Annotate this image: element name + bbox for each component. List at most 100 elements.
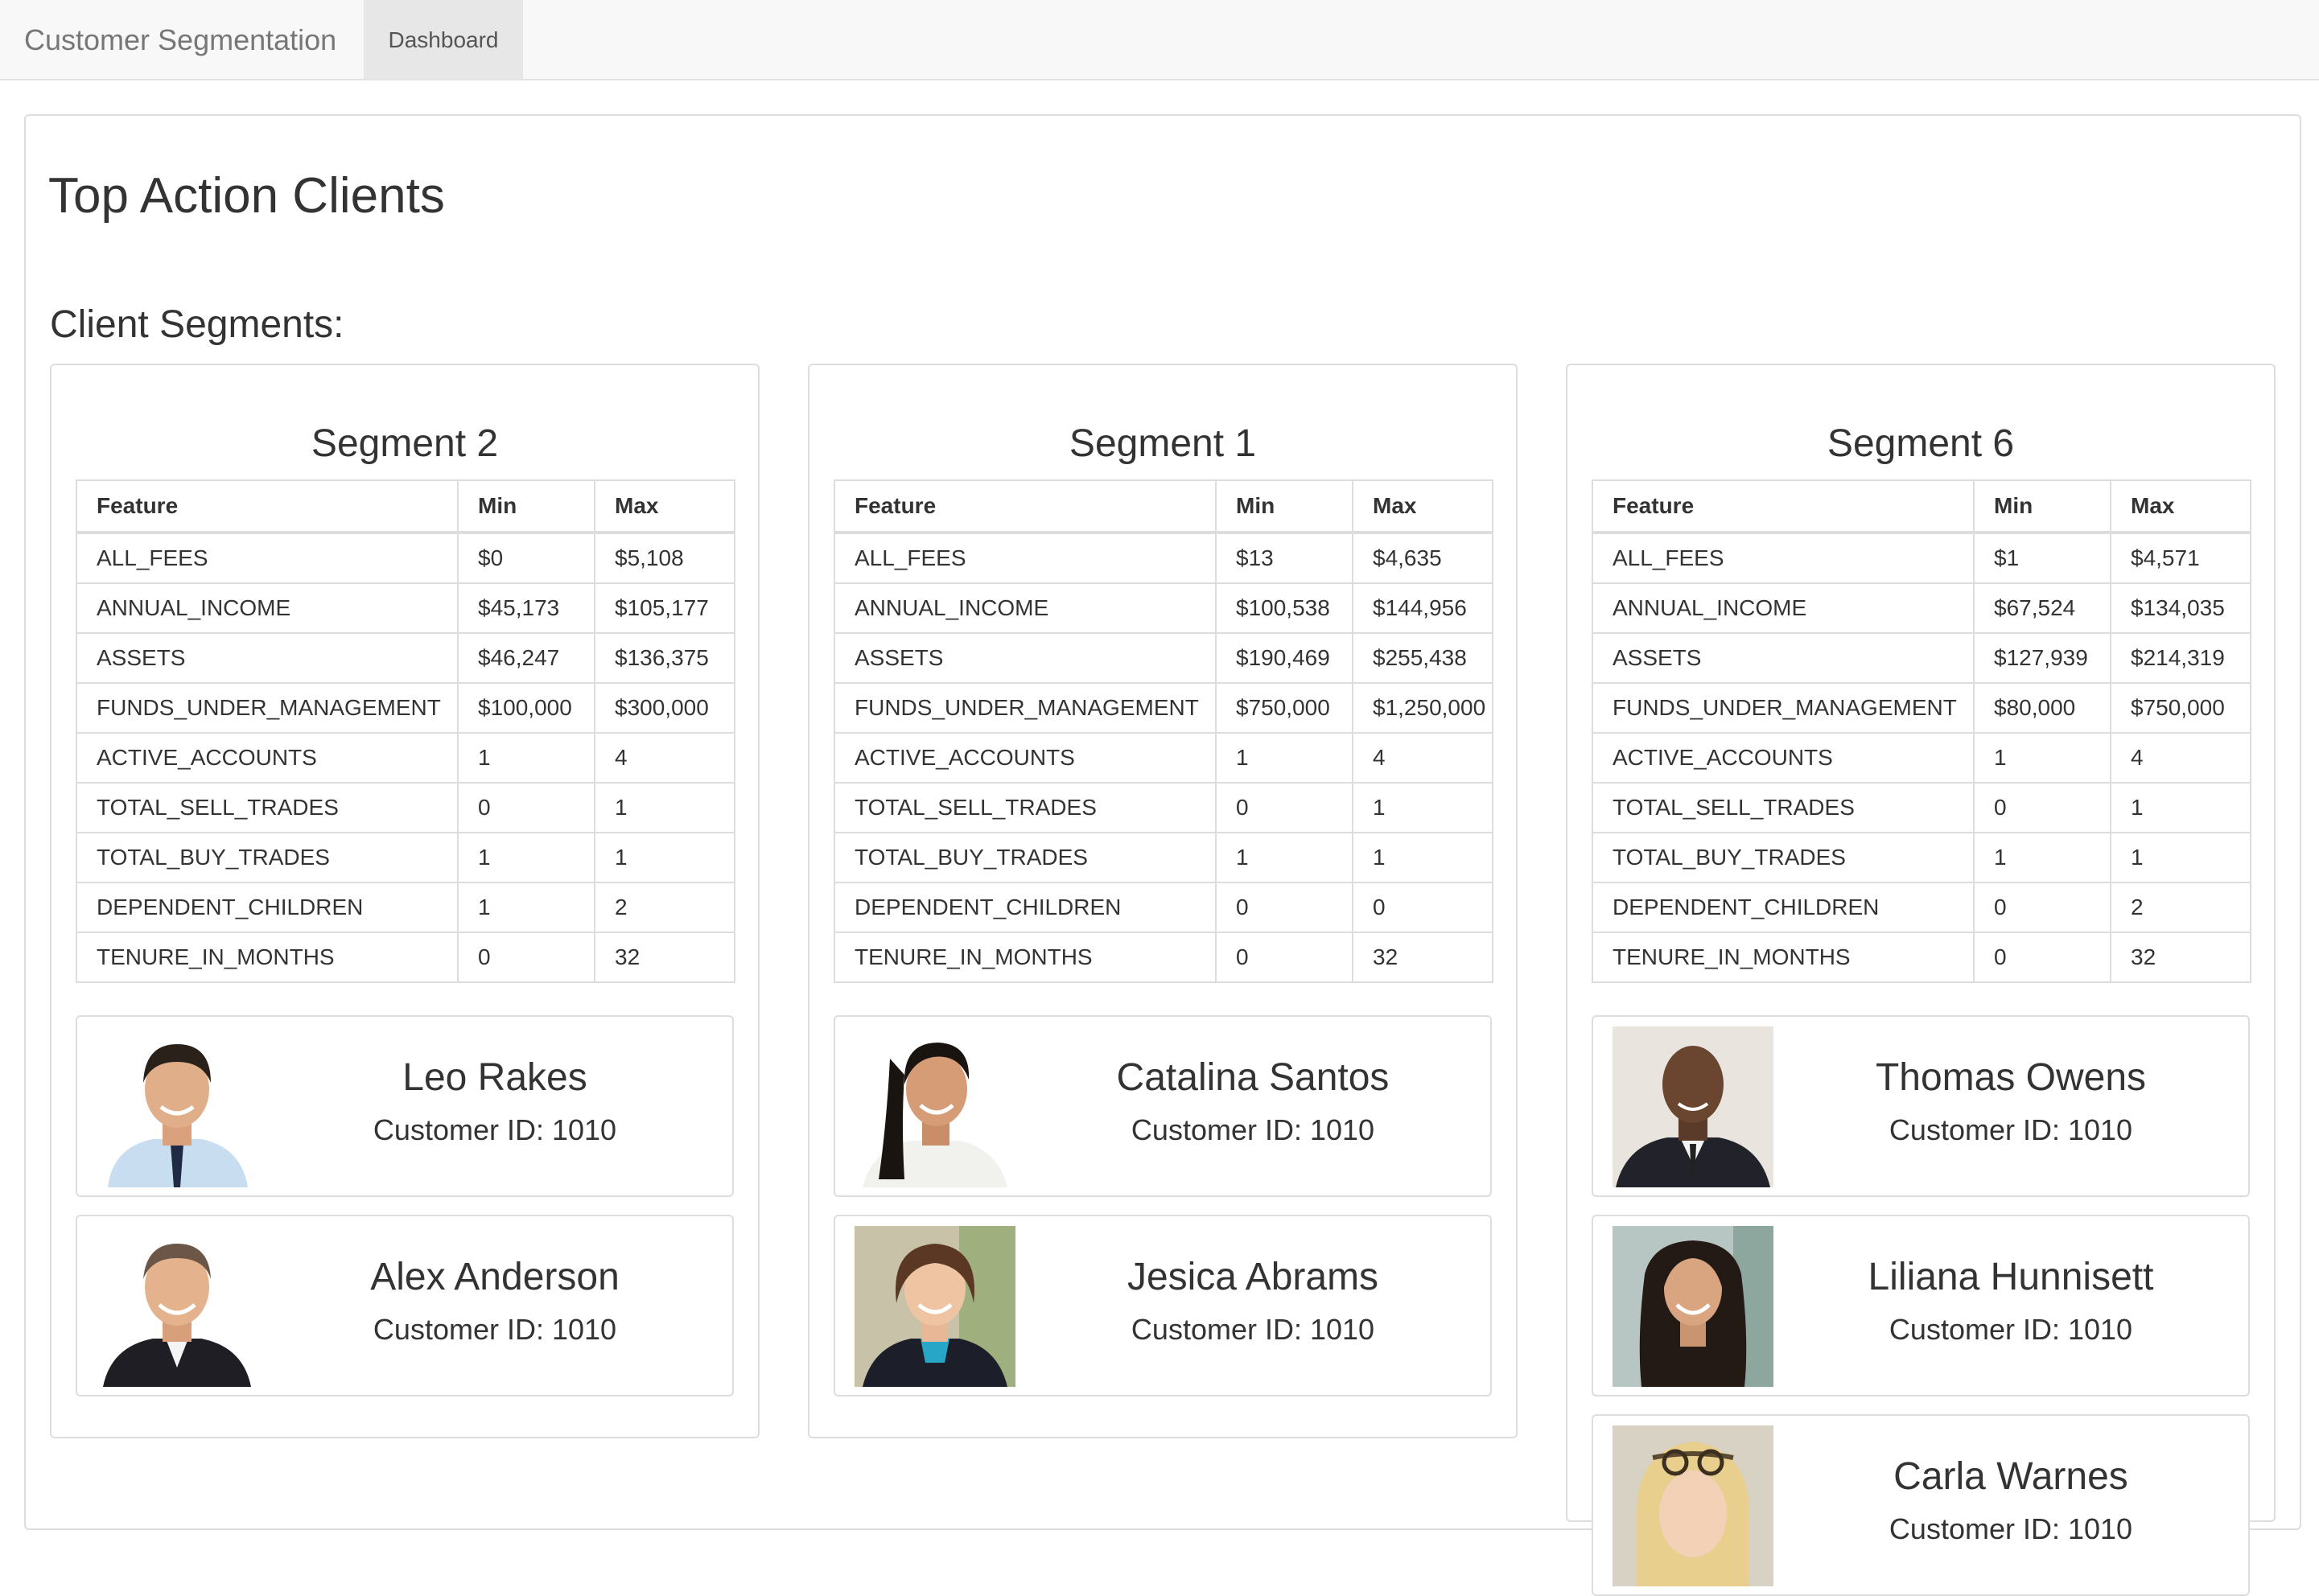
customer-photo bbox=[97, 1026, 257, 1187]
customer-card[interactable]: Thomas Owens Customer ID: 1010 bbox=[1592, 1015, 2250, 1197]
table-row: TOTAL_SELL_TRADES 0 1 bbox=[834, 782, 1493, 833]
min-cell: 0 bbox=[1973, 932, 2111, 983]
segment-panel: Segment 1 Feature Min Max ALL_FEES $13 $4,… bbox=[808, 364, 1518, 1438]
customer-name: Alex Anderson bbox=[370, 1256, 620, 1298]
max-cell: 1 bbox=[594, 832, 735, 883]
max-cell: $255,438 bbox=[1352, 632, 1493, 684]
customer-card[interactable]: Leo Rakes Customer ID: 1010 bbox=[76, 1015, 734, 1197]
column-header-min: Min bbox=[457, 479, 595, 534]
table-row: ASSETS $127,939 $214,319 bbox=[1592, 632, 2251, 684]
feature-cell: ACTIVE_ACCOUNTS bbox=[76, 732, 459, 784]
max-cell: $105,177 bbox=[594, 582, 735, 634]
min-cell: $100,538 bbox=[1215, 582, 1353, 634]
segment-title: Segment 2 bbox=[311, 422, 499, 465]
max-cell: 1 bbox=[1352, 782, 1493, 833]
customer-name: Jesica Abrams bbox=[1127, 1256, 1379, 1298]
table-row: ASSETS $190,469 $255,438 bbox=[834, 632, 1493, 684]
max-cell: 4 bbox=[1352, 732, 1493, 784]
min-cell: 1 bbox=[1215, 732, 1353, 784]
segment-panel: Segment 6 Feature Min Max ALL_FEES $1 $4,5… bbox=[1566, 364, 2276, 1596]
app-brand[interactable]: Customer Segmentation bbox=[24, 0, 336, 80]
max-cell: $4,635 bbox=[1352, 532, 1493, 584]
customer-card[interactable]: Alex Anderson Customer ID: 1010 bbox=[76, 1215, 734, 1396]
max-cell: 32 bbox=[594, 932, 735, 983]
customer-card[interactable]: Catalina Santos Customer ID: 1010 bbox=[834, 1015, 1492, 1197]
customer-card[interactable]: Liliana Hunnisett Customer ID: 1010 bbox=[1592, 1215, 2250, 1396]
max-cell: $136,375 bbox=[594, 632, 735, 684]
table-row: TENURE_IN_MONTHS 0 32 bbox=[834, 932, 1493, 983]
page-title: Top Action Clients bbox=[48, 168, 445, 224]
customer-card[interactable]: Carla Warnes Customer ID: 1010 bbox=[1592, 1414, 2250, 1596]
feature-cell: FUNDS_UNDER_MANAGEMENT bbox=[1592, 682, 1975, 734]
min-cell: 0 bbox=[1973, 782, 2111, 833]
column-header-feature: Feature bbox=[834, 479, 1217, 534]
column-header-feature: Feature bbox=[1592, 479, 1975, 534]
table-header-row: Feature Min Max bbox=[834, 479, 1493, 534]
customer-photo bbox=[1613, 1425, 1773, 1586]
table-row: DEPENDENT_CHILDREN 0 2 bbox=[1592, 882, 2251, 933]
min-cell: 1 bbox=[1215, 832, 1353, 883]
min-cell: 0 bbox=[1215, 882, 1353, 933]
feature-cell: TOTAL_SELL_TRADES bbox=[76, 782, 459, 833]
table-row: TOTAL_SELL_TRADES 0 1 bbox=[1592, 782, 2251, 833]
customer-name: Liliana Hunnisett bbox=[1868, 1256, 2154, 1298]
tab-dashboard[interactable]: Dashboard bbox=[364, 0, 523, 79]
table-row: FUNDS_UNDER_MANAGEMENT $750,000 $1,250,000 bbox=[834, 682, 1493, 734]
customer-id: Customer ID: 1010 bbox=[1889, 1512, 2133, 1545]
table-row: DEPENDENT_CHILDREN 1 2 bbox=[76, 882, 735, 933]
section-title: Client Segments: bbox=[50, 303, 344, 346]
customer-photo bbox=[1613, 1026, 1773, 1187]
table-row: ANNUAL_INCOME $45,173 $105,177 bbox=[76, 582, 735, 634]
segment-title: Segment 1 bbox=[1069, 422, 1257, 465]
max-cell: $144,956 bbox=[1352, 582, 1493, 634]
table-row: DEPENDENT_CHILDREN 0 0 bbox=[834, 882, 1493, 933]
feature-cell: ASSETS bbox=[1592, 632, 1975, 684]
max-cell: $4,571 bbox=[2110, 532, 2251, 584]
feature-cell: DEPENDENT_CHILDREN bbox=[834, 882, 1217, 933]
customer-id: Customer ID: 1010 bbox=[1131, 1113, 1375, 1146]
table-row: TOTAL_SELL_TRADES 0 1 bbox=[76, 782, 735, 833]
customer-name: Leo Rakes bbox=[402, 1056, 587, 1099]
customer-name: Catalina Santos bbox=[1116, 1056, 1390, 1099]
customer-card[interactable]: Jesica Abrams Customer ID: 1010 bbox=[834, 1215, 1492, 1396]
customer-id: Customer ID: 1010 bbox=[1889, 1313, 2133, 1346]
max-cell: $5,108 bbox=[594, 532, 735, 584]
feature-cell: TENURE_IN_MONTHS bbox=[834, 932, 1217, 983]
max-cell: $134,035 bbox=[2110, 582, 2251, 634]
feature-cell: ACTIVE_ACCOUNTS bbox=[834, 732, 1217, 784]
max-cell: $1,250,000 bbox=[1352, 682, 1493, 734]
min-cell: $80,000 bbox=[1973, 682, 2111, 734]
feature-cell: ALL_FEES bbox=[1592, 532, 1975, 584]
feature-cell: ACTIVE_ACCOUNTS bbox=[1592, 732, 1975, 784]
min-cell: $0 bbox=[457, 532, 595, 584]
feature-cell: FUNDS_UNDER_MANAGEMENT bbox=[76, 682, 459, 734]
column-header-min: Min bbox=[1973, 479, 2111, 534]
min-cell: $67,524 bbox=[1973, 582, 2111, 634]
feature-cell: TOTAL_SELL_TRADES bbox=[834, 782, 1217, 833]
column-header-feature: Feature bbox=[76, 479, 459, 534]
min-cell: $13 bbox=[1215, 532, 1353, 584]
min-cell: $127,939 bbox=[1973, 632, 2111, 684]
table-header-row: Feature Min Max bbox=[1592, 479, 2251, 534]
customer-photo bbox=[97, 1226, 257, 1387]
customer-id: Customer ID: 1010 bbox=[373, 1113, 617, 1146]
table-row: ANNUAL_INCOME $67,524 $134,035 bbox=[1592, 582, 2251, 634]
segment-panel: Segment 2 Feature Min Max ALL_FEES $0 $5,1… bbox=[50, 364, 760, 1438]
customer-photo bbox=[855, 1026, 1015, 1187]
feature-cell: DEPENDENT_CHILDREN bbox=[76, 882, 459, 933]
table-row: TOTAL_BUY_TRADES 1 1 bbox=[1592, 832, 2251, 883]
navbar: Customer Segmentation Dashboard bbox=[0, 0, 2319, 80]
min-cell: $46,247 bbox=[457, 632, 595, 684]
table-row: ASSETS $46,247 $136,375 bbox=[76, 632, 735, 684]
table-row: ACTIVE_ACCOUNTS 1 4 bbox=[1592, 732, 2251, 784]
feature-cell: DEPENDENT_CHILDREN bbox=[1592, 882, 1975, 933]
feature-cell: ALL_FEES bbox=[76, 532, 459, 584]
min-cell: $750,000 bbox=[1215, 682, 1353, 734]
max-cell: 2 bbox=[2110, 882, 2251, 933]
min-cell: 0 bbox=[1215, 782, 1353, 833]
max-cell: 0 bbox=[1352, 882, 1493, 933]
min-cell: $1 bbox=[1973, 532, 2111, 584]
customer-photo bbox=[855, 1226, 1015, 1387]
min-cell: 0 bbox=[1215, 932, 1353, 983]
max-cell: 1 bbox=[2110, 782, 2251, 833]
